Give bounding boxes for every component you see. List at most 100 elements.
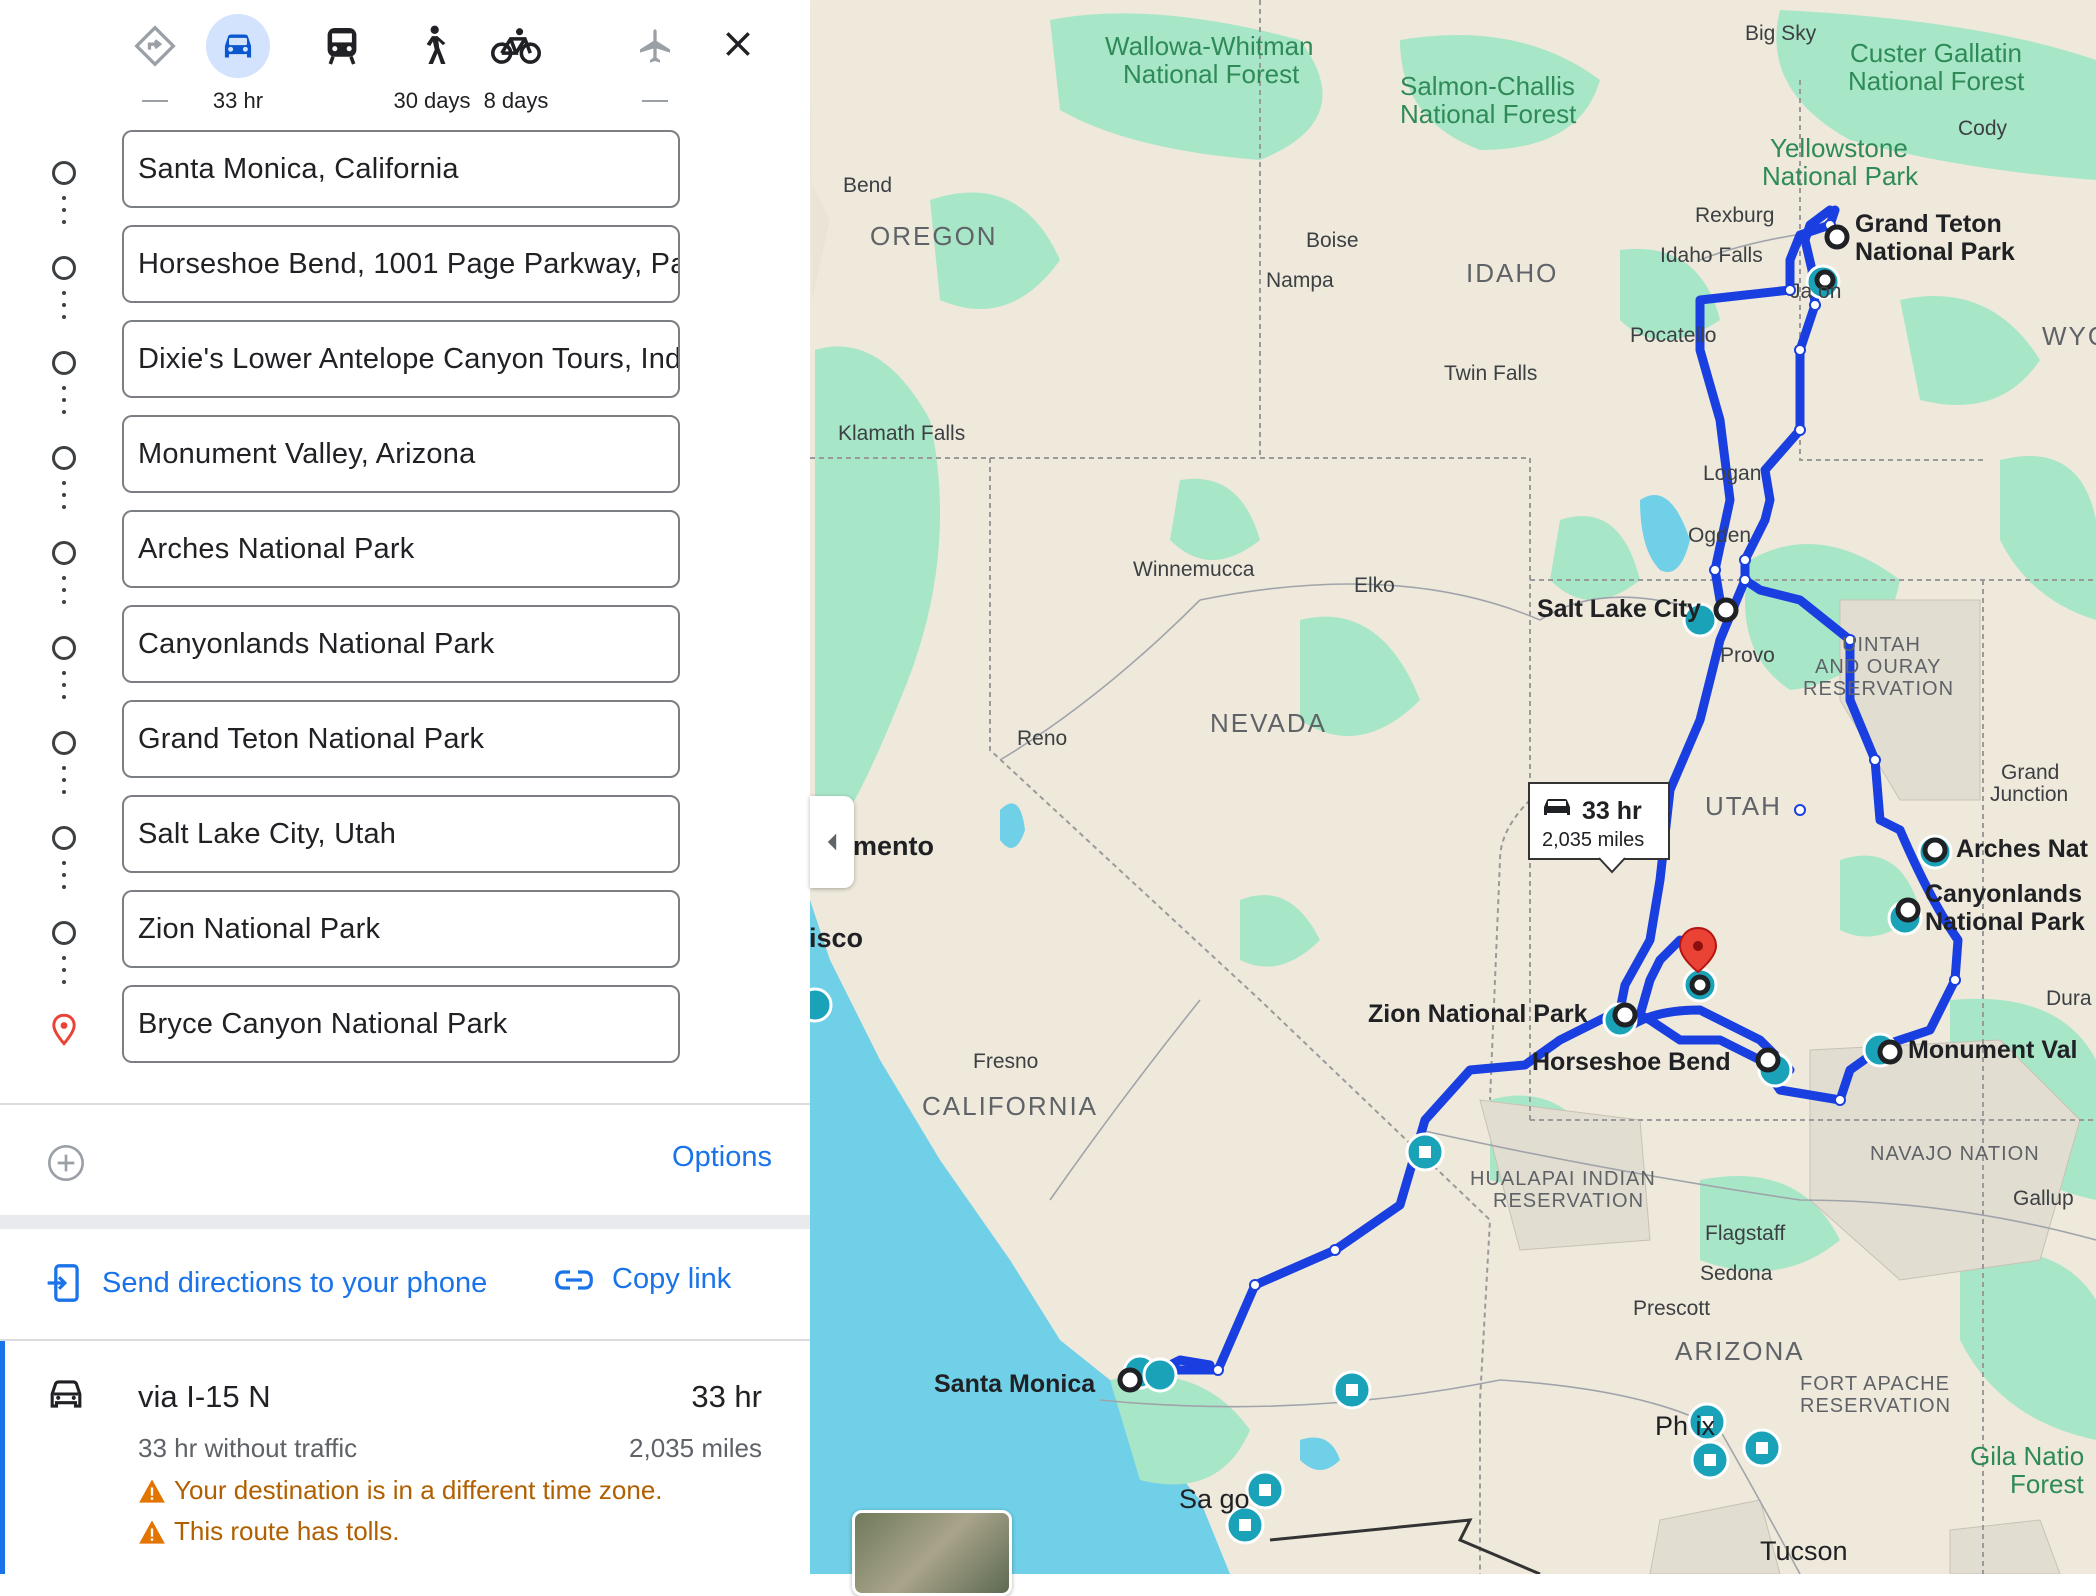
map-label-provo: Provo [1720, 644, 1775, 667]
car-icon [206, 14, 270, 78]
car-icon [1544, 799, 1570, 815]
mode-best-route-dash [142, 100, 168, 102]
add-destination-row: Options [0, 1105, 810, 1215]
waypoint-input[interactable]: Horseshoe Bend, 1001 Page Parkway, Page,… [122, 225, 680, 303]
map-label-custer-2: National Forest [1848, 66, 2025, 96]
map-label-hualapai-1: HUALAPAI INDIAN [1470, 1168, 1656, 1190]
map-label-gila-2: Forest [2010, 1469, 2084, 1499]
mode-cycling-label: 8 days [483, 88, 549, 113]
destination-input[interactable]: Bryce Canyon National Park [122, 985, 680, 1063]
mode-transit[interactable] [297, 14, 387, 78]
map-label-uintah-2: AND OURAY [1815, 656, 1941, 678]
time-zone-warning: Your destination is in a different time … [138, 1475, 663, 1506]
waypoint-row: Horseshoe Bend, 1001 Page Parkway, Page,… [0, 223, 810, 319]
waypoint-row: Dixie's Lower Antelope Canyon Tours, Ind… [0, 318, 810, 414]
map-label-idahofalls: Idaho Falls [1660, 244, 1763, 267]
callout-distance: 2,035 miles [1542, 829, 1644, 851]
mode-flights-dash [642, 100, 668, 102]
map-label-sanfrancisco: isco [810, 923, 863, 953]
waypoint-row: Zion National Park [0, 888, 810, 984]
map-label-fortapache-2: RESERVATION [1800, 1395, 1951, 1417]
waypoint-marker [1689, 974, 1711, 996]
map-label-uintah-3: RESERVATION [1803, 678, 1954, 700]
waypoint-row: Bryce Canyon National Park [0, 983, 810, 1079]
close-button[interactable] [712, 18, 764, 70]
collapse-panel-button[interactable] [810, 796, 854, 888]
selected-route-accent [0, 1341, 5, 1574]
map-label-zion: Zion National Park [1368, 1000, 1588, 1028]
diamond-turn-icon [123, 14, 187, 78]
map-label-saltlake: Salt Lake City [1537, 595, 1701, 623]
waypoint-input[interactable]: Monument Valley, Arizona [122, 415, 680, 493]
mode-driving[interactable]: 33 hr [193, 14, 283, 114]
map-label-durango: Dura [2046, 987, 2092, 1010]
map-label-hualapai-2: RESERVATION [1493, 1190, 1644, 1212]
copy-link-button[interactable]: Copy link [554, 1263, 731, 1296]
warning-icon [139, 1519, 165, 1544]
waypoint-circle-icon [52, 826, 76, 850]
mode-flights[interactable] [610, 14, 700, 102]
map-label-santamonica: Santa Monica [934, 1370, 1096, 1398]
waypoint-input[interactable]: Zion National Park [122, 890, 680, 968]
map-label-grandteton-2: National Park [1855, 238, 2015, 266]
teal-marker [1405, 1132, 1445, 1172]
route-option[interactable]: via I-15 N 33 hr 33 hr without traffic 2… [0, 1341, 810, 1574]
train-icon [310, 14, 374, 78]
map-label-winnemucca: Winnemucca [1133, 558, 1255, 581]
section-band [0, 1215, 810, 1229]
teal-marker [1332, 1370, 1372, 1410]
waypoint-input[interactable]: Arches National Park [122, 510, 680, 588]
map-label-jackson: Ja on [1790, 280, 1841, 303]
destination-pin-marker [1678, 926, 1718, 974]
map-label-nevada: NEVADA [1210, 708, 1327, 738]
map-label-prescott: Prescott [1633, 1297, 1710, 1320]
send-to-phone-label: Send directions to your phone [102, 1266, 488, 1299]
mode-cycling[interactable]: 8 days [471, 14, 561, 114]
waypoint-circle-icon [52, 351, 76, 375]
map-view[interactable]: 33 hr 2,035 miles Wallowa-Whitman Nation… [810, 0, 2096, 1574]
waypoint-row: Santa Monica, California [0, 128, 810, 224]
waypoint-input[interactable]: Canyonlands National Park [122, 605, 680, 683]
link-icon [555, 1269, 593, 1290]
mode-walking[interactable]: 30 days [387, 14, 477, 114]
waypoint-input[interactable]: Dixie's Lower Antelope Canyon Tours, Ind… [122, 320, 680, 398]
waypoint-row: Monument Valley, Arizona [0, 413, 810, 509]
waypoint-marker [1612, 1002, 1638, 1028]
waypoint-circle-icon [52, 731, 76, 755]
teal-marker [1245, 1470, 1285, 1510]
waypoint-marker [1117, 1367, 1143, 1393]
map-label-twinfalls: Twin Falls [1444, 362, 1537, 385]
airplane-icon [623, 14, 687, 78]
map-label-flagstaff: Flagstaff [1705, 1222, 1785, 1245]
tolls-warning: This route has tolls. [138, 1516, 399, 1547]
satellite-layer-toggle[interactable] [852, 1510, 1012, 1596]
destination-pin-icon [52, 1013, 76, 1046]
waypoint-circle-icon [52, 541, 76, 565]
walking-icon [400, 14, 464, 78]
waypoint-input[interactable]: Santa Monica, California [122, 130, 680, 208]
map-label-pocatello: Pocatello [1630, 324, 1716, 347]
waypoint-circle-icon [52, 921, 76, 945]
close-icon [726, 32, 750, 56]
map-label-logan: Logan [1703, 462, 1761, 485]
waypoint-marker [1877, 1039, 1903, 1065]
waypoint-input[interactable]: Grand Teton National Park [122, 700, 680, 778]
waypoint-circle-icon [52, 256, 76, 280]
waypoint-input[interactable]: Salt Lake City, Utah [122, 795, 680, 873]
warning-text: This route has tolls. [174, 1516, 400, 1546]
add-destination-icon[interactable] [46, 1143, 86, 1183]
map-label-yellowstone-2: National Park [1762, 161, 1919, 191]
options-button[interactable]: Options [672, 1141, 772, 1174]
map-label-ogden: Ogden [1688, 524, 1751, 547]
waypoint-circle-icon [52, 636, 76, 660]
waypoint-row: Canyonlands National Park [0, 603, 810, 699]
map-label-bigsky: Big Sky [1745, 22, 1817, 45]
map-label-gj-2: Junction [1990, 783, 2068, 806]
map-label-grandteton-1: Grand Teton [1855, 210, 2002, 238]
map-label-gj-1: Grand [2001, 761, 2059, 784]
send-to-phone-button[interactable]: Send directions to your phone [46, 1263, 487, 1303]
map-label-phoenix: Ph ix [1655, 1411, 1716, 1441]
mode-best-route[interactable] [110, 14, 200, 102]
map-label-rexburg: Rexburg [1695, 204, 1774, 227]
route-distance: 2,035 miles [629, 1433, 762, 1463]
